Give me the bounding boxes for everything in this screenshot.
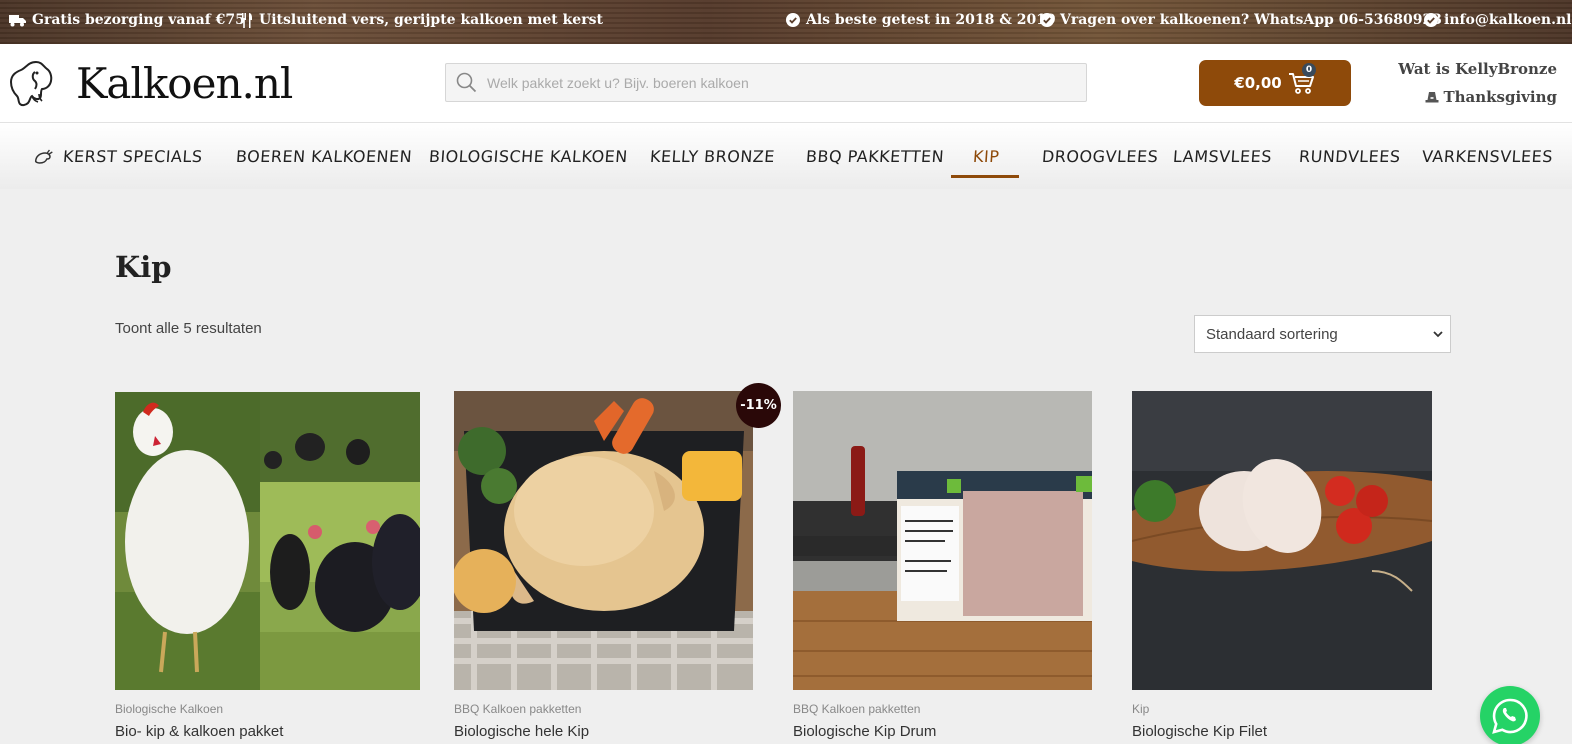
product-name[interactable]: Biologische Kip Filet [1132, 723, 1267, 740]
product-image[interactable] [115, 392, 420, 690]
nav-item-kelly-bronze[interactable]: KELLY BRONZE [649, 147, 775, 166]
nav-label[interactable]: BOEREN KALKOENEN [235, 147, 412, 166]
cart-count-badge: 0 [1302, 63, 1316, 77]
product-image[interactable] [1132, 391, 1432, 690]
nav-item-kerst-specials[interactable]: KERST SPECIALS [32, 147, 203, 166]
site-logo[interactable]: Kalkoen.nl [8, 58, 293, 108]
nav-item-boeren-kalkoenen[interactable]: BOEREN KALKOENEN [235, 147, 412, 166]
nav-item-rundvlees[interactable]: RUNDVLEES [1298, 147, 1401, 166]
free-delivery-notice: Gratis bezorging vanaf €75 [9, 12, 245, 28]
page-title: Kip [115, 250, 172, 284]
nav-label[interactable]: BIOLOGISCHE KALKOEN [428, 147, 628, 166]
cutlery-icon [242, 12, 252, 28]
product-category[interactable]: Biologische Kalkoen [115, 702, 223, 716]
nav-label[interactable]: DROOGVLEES [1041, 147, 1159, 166]
turkey-logo-icon [9, 60, 53, 107]
nav-label[interactable]: BBQ PAKKETTEN [805, 147, 944, 166]
fresh-text: Uitsluitend vers, gerijpte kalkoen met k… [259, 12, 603, 28]
thanksgiving-label[interactable]: Thanksgiving [1443, 88, 1557, 106]
product-category[interactable]: BBQ Kalkoen pakketten [793, 702, 920, 716]
top-info-bar: Gratis bezorging vanaf €75 Uitsluitend v… [0, 0, 1572, 44]
product-name[interactable]: Biologische hele Kip [454, 723, 589, 740]
nav-item-biologische-kalkoen[interactable]: BIOLOGISCHE KALKOEN [428, 147, 628, 166]
check-circle-icon [786, 13, 800, 27]
sort-select[interactable]: Standaard sortering [1194, 315, 1451, 353]
kellybronze-link[interactable]: Wat is KellyBronze [1398, 60, 1557, 78]
tested-text: Als beste getest in 2018 & 2019 [806, 12, 1056, 28]
whatsapp-text[interactable]: Vragen over kalkoenen? WhatsApp 06-53680… [1060, 12, 1442, 28]
fresh-notice: Uitsluitend vers, gerijpte kalkoen met k… [241, 12, 603, 28]
sale-badge: -11% [736, 383, 781, 428]
free-delivery-text: Gratis bezorging vanaf €75 [32, 12, 245, 28]
nav-item-bbq-pakketten[interactable]: BBQ PAKKETTEN [805, 147, 944, 166]
check-circle-icon [1040, 13, 1054, 27]
pilgrim-hat-icon [1425, 92, 1439, 103]
tested-notice: Als beste getest in 2018 & 2019 [786, 12, 1056, 28]
product-category[interactable]: BBQ Kalkoen pakketten [454, 702, 581, 716]
main-navigation: KERST SPECIALS BOEREN KALKOENEN BIOLOGIS… [0, 122, 1572, 189]
search-icon [456, 72, 477, 93]
nav-label[interactable]: VARKENSVLEES [1421, 147, 1553, 166]
search-bar[interactable] [445, 63, 1087, 102]
result-count: Toont alle 5 resultaten [115, 320, 262, 337]
active-nav-underline [951, 175, 1019, 178]
nav-item-droogvlees[interactable]: DROOGVLEES [1041, 147, 1159, 166]
turkey-icon [34, 149, 53, 164]
search-input[interactable] [487, 74, 1047, 91]
nav-label[interactable]: KIP [972, 147, 1000, 166]
product-name[interactable]: Biologische Kip Drum [793, 723, 936, 740]
nav-item-kip[interactable]: KIP [972, 147, 1000, 166]
email-notice[interactable]: info@kalkoen.nl [1424, 12, 1571, 28]
product-image[interactable] [793, 391, 1092, 690]
check-circle-icon [1424, 13, 1438, 27]
nav-item-varkensvlees[interactable]: VARKENSVLEES [1421, 147, 1553, 166]
truck-icon [9, 14, 26, 26]
product-name[interactable]: Bio- kip & kalkoen pakket [115, 723, 283, 740]
site-header: Kalkoen.nl €0,00 0 Wat is KellyBronze Th… [0, 44, 1572, 122]
nav-label[interactable]: KERST SPECIALS [62, 147, 203, 166]
thanksgiving-link[interactable]: Thanksgiving [1425, 88, 1557, 106]
nav-label[interactable]: KELLY BRONZE [649, 147, 775, 166]
cart-button[interactable]: €0,00 0 [1199, 60, 1351, 106]
whatsapp-notice[interactable]: Vragen over kalkoenen? WhatsApp 06-53680… [1040, 12, 1442, 28]
logo-text: Kalkoen.nl [76, 58, 293, 108]
product-image[interactable] [454, 391, 753, 690]
nav-item-lamsvlees[interactable]: LAMSVLEES [1172, 147, 1272, 166]
kellybronze-label[interactable]: Wat is KellyBronze [1398, 60, 1557, 78]
nav-label[interactable]: LAMSVLEES [1172, 147, 1272, 166]
nav-label[interactable]: RUNDVLEES [1298, 147, 1401, 166]
cart-total: €0,00 [1234, 74, 1282, 92]
email-link[interactable]: info@kalkoen.nl [1444, 12, 1571, 28]
product-category[interactable]: Kip [1132, 702, 1149, 716]
whatsapp-chat-button[interactable] [1480, 686, 1540, 744]
whatsapp-icon [1492, 698, 1528, 734]
